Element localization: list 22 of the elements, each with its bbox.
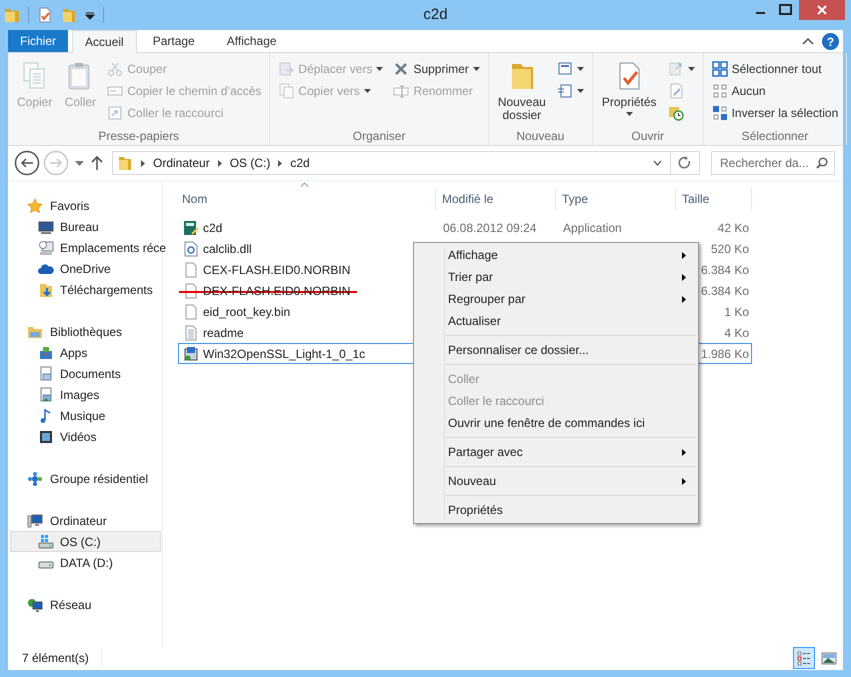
group-label: Sélectionner: [740, 128, 810, 145]
size-cell: 6.384 Ko: [700, 284, 749, 298]
size-cell: 520 Ko: [710, 242, 749, 256]
window-title: c2d: [422, 4, 449, 25]
type-cell: Application: [563, 220, 622, 234]
size-cell: 6.384 Ko: [700, 262, 749, 276]
file-name: readme: [203, 324, 244, 342]
file-name: eid_root_key.bin: [203, 304, 290, 320]
group-label: Presse-papiers: [97, 128, 180, 145]
size-cell: 42 Ko: [718, 220, 749, 234]
date-cell: 06.08.2012 09:24: [443, 220, 536, 234]
group-label: Nouveau: [515, 128, 566, 145]
file-name: Win32OpenSSL_Light-1_0_1c: [203, 346, 366, 362]
file-name: CEX-FLASH.EID0.NORBIN: [203, 262, 350, 278]
file-name: c2d: [203, 220, 222, 236]
group-label: Ouvrir: [630, 128, 666, 145]
status-text: 7 élément(s): [8, 648, 102, 666]
file-name: calclib.dll: [203, 240, 252, 258]
group-label: Organiser: [352, 128, 406, 145]
size-cell: 4 Ko: [724, 326, 749, 340]
size-cell: 1 Ko: [724, 304, 749, 318]
size-cell: 1.986 Ko: [700, 346, 749, 360]
